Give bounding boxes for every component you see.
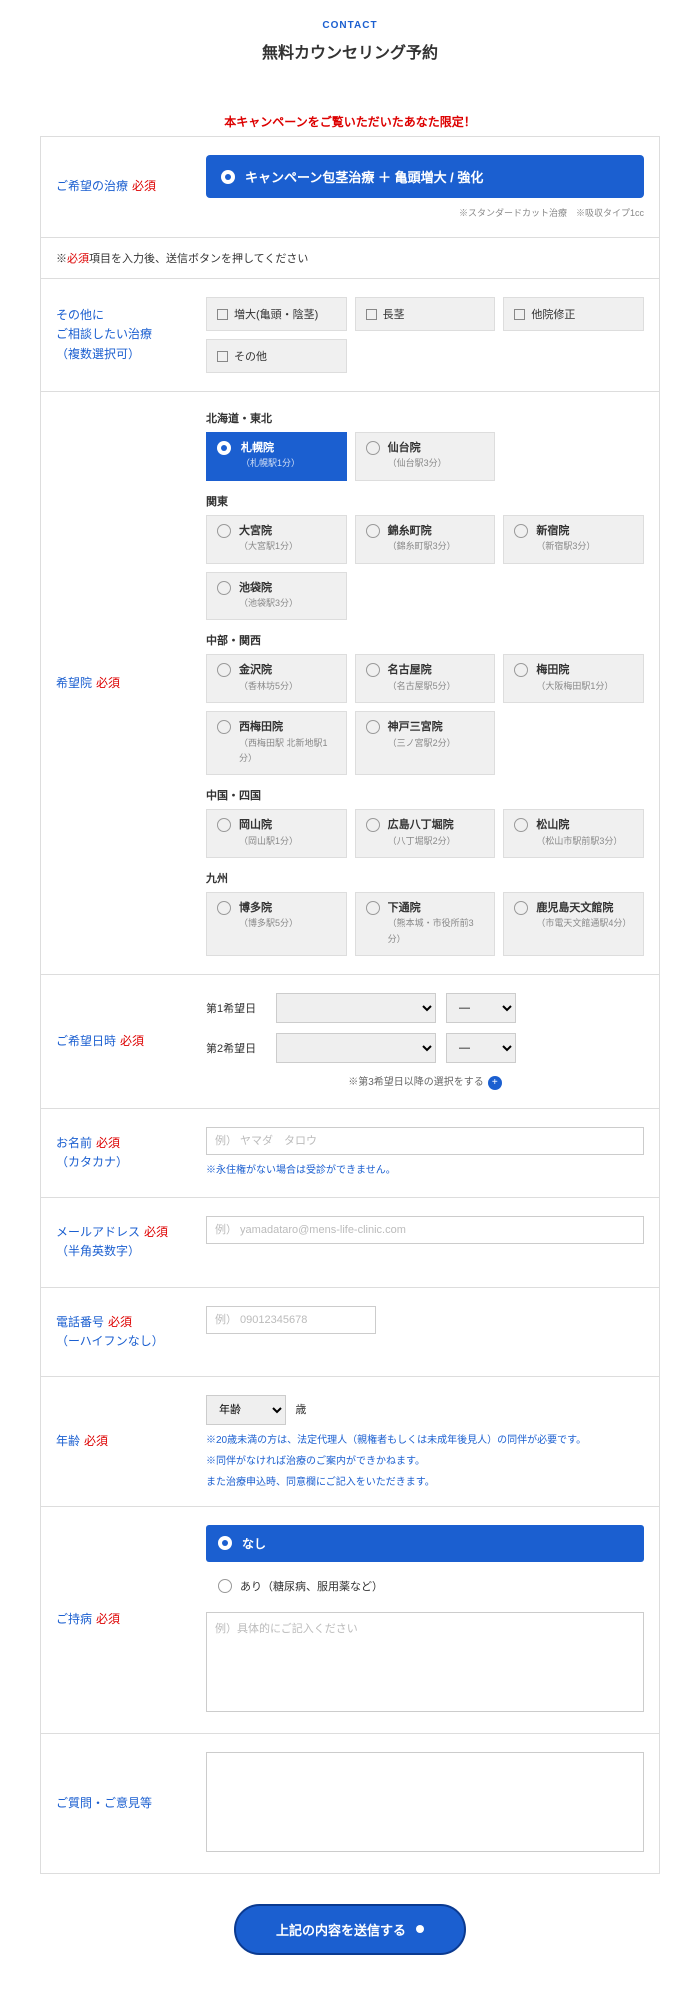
label-name: お名前必須（カタカナ） bbox=[41, 1109, 191, 1197]
checkbox-other[interactable]: その他 bbox=[206, 339, 347, 373]
clinic-option[interactable]: 鹿児島天文館院（市電天文館通駅4分） bbox=[503, 892, 644, 956]
radio-empty-icon bbox=[514, 524, 528, 538]
comments-textarea[interactable] bbox=[206, 1752, 644, 1852]
radio-empty-icon bbox=[217, 901, 231, 915]
age-select[interactable]: 年齢 bbox=[206, 1395, 286, 1425]
clinic-option[interactable]: 大宮院（大宮駅1分） bbox=[206, 515, 347, 564]
checkbox-other[interactable]: 長茎 bbox=[355, 297, 496, 331]
radio-dot-icon bbox=[221, 170, 235, 184]
radio-dot-icon bbox=[218, 1536, 232, 1550]
checkbox-other[interactable]: 増大(亀頭・陰茎) bbox=[206, 297, 347, 331]
plus-icon[interactable]: + bbox=[488, 1076, 502, 1090]
radio-empty-icon bbox=[217, 720, 231, 734]
radio-empty-icon bbox=[366, 524, 380, 538]
submit-button[interactable]: 上記の内容を送信する bbox=[234, 1904, 466, 1955]
clinic-option[interactable]: 金沢院（香林坊5分） bbox=[206, 654, 347, 703]
campaign-notice: 本キャンペーンをご覧いただいたあなた限定！ bbox=[40, 113, 660, 130]
date2-select[interactable] bbox=[276, 1033, 436, 1063]
clinic-option[interactable]: 錦糸町院（錦糸町駅3分） bbox=[355, 515, 496, 564]
radio-empty-icon bbox=[366, 901, 380, 915]
region-heading: 中部・関西 bbox=[206, 632, 644, 648]
radio-empty-icon bbox=[366, 441, 380, 455]
clinic-option[interactable]: 下通院（熊本城・市役所前3分） bbox=[355, 892, 496, 956]
treatment-note: ※スタンダードカット治療 ※吸収タイプ1cc bbox=[206, 206, 644, 219]
label-other: その他に ご相談したい治療 （複数選択可） bbox=[41, 279, 191, 391]
radio-empty-icon bbox=[514, 663, 528, 677]
region-heading: 関東 bbox=[206, 493, 644, 509]
radio-empty-icon bbox=[217, 663, 231, 677]
clinic-option[interactable]: 博多院（博多駅5分） bbox=[206, 892, 347, 956]
radio-empty-icon bbox=[366, 720, 380, 734]
illness-none[interactable]: なし bbox=[206, 1525, 644, 1562]
eyebrow: CONTACT bbox=[40, 20, 660, 31]
radio-empty-icon bbox=[217, 524, 231, 538]
radio-empty-icon bbox=[217, 818, 231, 832]
date1-select[interactable] bbox=[276, 993, 436, 1023]
radio-empty-icon bbox=[217, 581, 231, 595]
region-heading: 中国・四国 bbox=[206, 787, 644, 803]
radio-empty-icon bbox=[514, 818, 528, 832]
region-heading: 九州 bbox=[206, 870, 644, 886]
email-input[interactable] bbox=[206, 1216, 644, 1244]
time1-select[interactable]: — bbox=[446, 993, 516, 1023]
required-note: ※必須項目を入力後、送信ボタンを押してください bbox=[41, 238, 659, 279]
label-comments: ご質問・ご意見等 bbox=[41, 1734, 191, 1873]
clinic-option[interactable]: 仙台院（仙台駅3分） bbox=[355, 432, 496, 481]
clinic-option[interactable]: 広島八丁堀院（八丁堀駅2分） bbox=[355, 809, 496, 858]
clinic-option[interactable]: 池袋院（池袋駅3分） bbox=[206, 572, 347, 621]
age-unit: 歳 bbox=[295, 1404, 306, 1416]
label-age: 年齢必須 bbox=[41, 1377, 191, 1506]
name-input[interactable] bbox=[206, 1127, 644, 1155]
checkbox-icon bbox=[217, 351, 228, 362]
page-title: 無料カウンセリング予約 bbox=[40, 39, 660, 63]
date2-label: 第2希望日 bbox=[206, 1040, 266, 1056]
name-hint: ※永住権がない場合は受診ができません。 bbox=[206, 1161, 644, 1176]
clinic-option[interactable]: 神戸三宮院（三ノ宮駅2分） bbox=[355, 711, 496, 775]
radio-empty-icon bbox=[366, 663, 380, 677]
checkbox-icon bbox=[366, 309, 377, 320]
label-phone: 電話番号必須（ーハイフンなし） bbox=[41, 1288, 191, 1376]
date1-label: 第1希望日 bbox=[206, 1000, 266, 1016]
time2-select[interactable]: — bbox=[446, 1033, 516, 1063]
clinic-option[interactable]: 西梅田院（西梅田駅 北新地駅1分） bbox=[206, 711, 347, 775]
radio-empty-icon bbox=[366, 818, 380, 832]
illness-yes[interactable]: あり（糖尿病、服用薬など） bbox=[206, 1570, 644, 1602]
arrow-icon bbox=[416, 1925, 424, 1933]
treatment-option[interactable]: キャンペーン包茎治療 ＋ 亀頭増大 / 強化 bbox=[206, 155, 644, 198]
checkbox-icon bbox=[514, 309, 525, 320]
date3-note: ※第3希望日以降の選択をする+ bbox=[206, 1073, 644, 1090]
clinic-option[interactable]: 名古屋院（名古屋駅5分） bbox=[355, 654, 496, 703]
age-hint1: ※20歳未満の方は、法定代理人（親権者もしくは未成年後見人）の同伴が必要です。 bbox=[206, 1431, 644, 1446]
clinic-option[interactable]: 松山院（松山市駅前駅3分） bbox=[503, 809, 644, 858]
checkbox-icon bbox=[217, 309, 228, 320]
label-illness: ご持病必須 bbox=[41, 1507, 191, 1733]
radio-empty-icon bbox=[514, 901, 528, 915]
illness-textarea[interactable] bbox=[206, 1612, 644, 1712]
age-hint3: また治療申込時、同意欄にご記入をいただきます。 bbox=[206, 1473, 644, 1488]
radio-dot-icon bbox=[217, 441, 231, 455]
region-heading: 北海道・東北 bbox=[206, 410, 644, 426]
clinic-option[interactable]: 岡山院（岡山駅1分） bbox=[206, 809, 347, 858]
radio-empty-icon bbox=[218, 1579, 232, 1593]
label-email: メールアドレス必須（半角英数字） bbox=[41, 1198, 191, 1286]
clinic-option[interactable]: 新宿院（新宿駅3分） bbox=[503, 515, 644, 564]
clinic-option[interactable]: 梅田院（大阪梅田駅1分） bbox=[503, 654, 644, 703]
checkbox-other[interactable]: 他院修正 bbox=[503, 297, 644, 331]
phone-input[interactable] bbox=[206, 1306, 376, 1334]
label-treatment: ご希望の治療必須 bbox=[41, 137, 191, 237]
clinic-option[interactable]: 札幌院（札幌駅1分） bbox=[206, 432, 347, 481]
form: ご希望の治療必須 キャンペーン包茎治療 ＋ 亀頭増大 / 強化 ※スタンダードカ… bbox=[40, 136, 660, 1874]
label-datetime: ご希望日時必須 bbox=[41, 975, 191, 1108]
label-clinic: 希望院必須 bbox=[41, 392, 191, 974]
age-hint2: ※同伴がなければ治療のご案内ができかねます。 bbox=[206, 1452, 644, 1467]
